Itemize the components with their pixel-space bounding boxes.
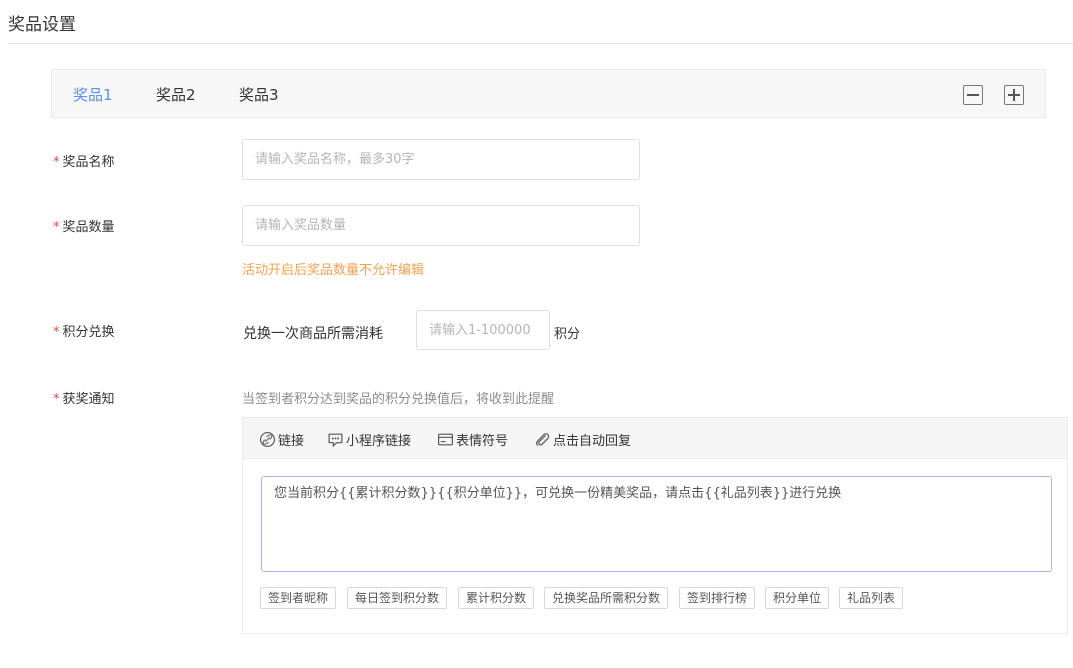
add-prize-button[interactable] bbox=[1004, 85, 1024, 105]
notification-label: * 获奖通知 bbox=[53, 392, 115, 407]
paperclip-icon bbox=[536, 433, 550, 447]
variable-chip-total-points[interactable]: 累计积分数 bbox=[458, 587, 535, 609]
variable-chip-gift-list[interactable]: 礼品列表 bbox=[839, 587, 904, 609]
title-divider bbox=[8, 43, 1073, 44]
points-exchange-label: * 积分兑换 bbox=[53, 325, 115, 340]
variable-chip-signer-nickname[interactable]: 签到者昵称 bbox=[260, 587, 337, 609]
minus-square-icon bbox=[967, 94, 979, 96]
link-button[interactable]: 链接 bbox=[259, 430, 304, 449]
variable-chip-exchange-points[interactable]: 兑换奖品所需积分数 bbox=[544, 587, 669, 609]
mini-program-icon bbox=[328, 433, 343, 448]
variable-chip-daily-points[interactable]: 每日签到积分数 bbox=[347, 587, 448, 609]
tab-prize-2[interactable]: 奖品2 bbox=[156, 84, 196, 105]
prize-name-label: * 奖品名称 bbox=[53, 155, 115, 170]
tab-prize-3[interactable]: 奖品3 bbox=[239, 84, 279, 105]
auto-reply-button[interactable]: 点击自动回复 bbox=[534, 430, 631, 449]
points-suffix-text: 积分 bbox=[554, 327, 581, 342]
prize-quantity-label: * 奖品数量 bbox=[53, 220, 115, 235]
variable-chip-leaderboard[interactable]: 签到排行榜 bbox=[679, 587, 756, 609]
link-icon bbox=[260, 432, 275, 447]
editor-toolbar: 链接 小程序链接 表情符号 点击自动回复 bbox=[243, 418, 1067, 459]
points-prefix-text: 兑换一次商品所需消耗 bbox=[243, 326, 383, 342]
variable-chip-points-unit[interactable]: 积分单位 bbox=[765, 587, 830, 609]
notification-textarea[interactable]: 您当前积分{{累计积分数}}{{积分单位}}，可兑换一份精美奖品，请点击{{礼品… bbox=[261, 476, 1052, 572]
quantity-hint: 活动开启后奖品数量不允许编辑 bbox=[242, 263, 425, 278]
tab-prize-1[interactable]: 奖品1 bbox=[73, 84, 113, 105]
points-input[interactable] bbox=[416, 310, 550, 350]
remove-prize-button[interactable] bbox=[963, 85, 983, 105]
required-mark: * bbox=[53, 325, 60, 340]
notification-description: 当签到者积分达到奖品的积分兑换值后，将收到此提醒 bbox=[242, 392, 555, 407]
emoji-icon bbox=[438, 433, 453, 446]
prize-name-input[interactable] bbox=[242, 139, 640, 180]
prize-tabs-bar: 奖品1 奖品2 奖品3 bbox=[51, 69, 1046, 118]
required-mark: * bbox=[53, 155, 60, 170]
required-mark: * bbox=[53, 392, 60, 407]
notification-editor: 链接 小程序链接 表情符号 点击自动回复 您当前积分{{累计积分数}}{{积分单… bbox=[242, 417, 1068, 634]
emoji-button[interactable]: 表情符号 bbox=[437, 430, 508, 449]
required-mark: * bbox=[53, 220, 60, 235]
mini-program-link-button[interactable]: 小程序链接 bbox=[327, 430, 411, 449]
prize-quantity-input[interactable] bbox=[242, 205, 640, 246]
page-title: 奖品设置 bbox=[8, 15, 76, 35]
